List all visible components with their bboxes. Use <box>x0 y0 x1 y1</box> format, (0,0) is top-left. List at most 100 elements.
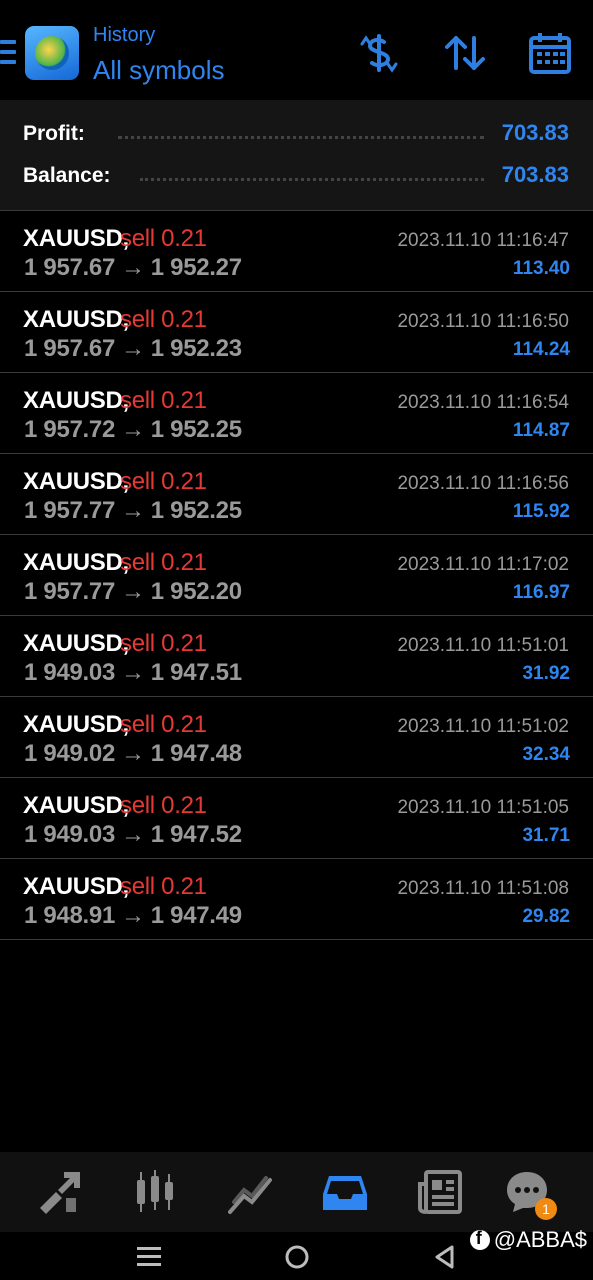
page-title: History <box>93 24 156 46</box>
deal-arrow: → <box>121 659 145 686</box>
deal-side-volume: sell 0.21 <box>120 468 207 495</box>
deal-side-volume: sell 0.21 <box>120 387 207 414</box>
dotted-leader <box>140 178 484 181</box>
back-icon[interactable] <box>430 1242 460 1272</box>
deal-profit: 31.92 <box>522 663 570 684</box>
deal-open-price: 1 949.03 <box>24 821 116 848</box>
trade-icon[interactable] <box>36 1168 84 1216</box>
deal-prices: 1 948.91 → 1 947.49 <box>24 902 242 930</box>
deal-arrow: → <box>121 578 145 605</box>
deal-arrow: → <box>121 254 145 281</box>
deal-side-volume: sell 0.21 <box>120 306 207 333</box>
deal-close-price: 1 952.25 <box>150 497 242 524</box>
deal-close-price: 1 947.52 <box>150 821 242 848</box>
deal-time: 2023.11.10 11:51:05 <box>397 797 569 818</box>
deal-profit: 116.97 <box>512 582 570 603</box>
deal-profit: 31.71 <box>522 825 570 846</box>
deal-open-price: 1 957.72 <box>24 416 116 443</box>
top-bar: History All symbols <box>0 0 593 100</box>
news-icon[interactable] <box>416 1168 464 1216</box>
deal-prices: 1 949.03 → 1 947.52 <box>24 821 242 849</box>
deal-close-price: 1 947.48 <box>150 740 242 767</box>
history-icon[interactable] <box>321 1168 369 1216</box>
deal-arrow: → <box>121 497 145 524</box>
deal-symbol: XAUUSD, <box>23 873 129 900</box>
quotes-icon[interactable] <box>131 1168 179 1216</box>
deal-time: 2023.11.10 11:16:47 <box>397 230 569 251</box>
summary-panel: Profit: 703.83 Balance: 703.83 <box>0 100 593 211</box>
deal-open-price: 1 957.67 <box>24 335 116 362</box>
deal-arrow: → <box>121 821 145 848</box>
deal-prices: 1 949.02 → 1 947.48 <box>24 740 242 768</box>
deal-profit: 114.24 <box>512 339 570 360</box>
deal-list: XAUUSD, sell 0.21 1 957.67 → 1 952.27 2023… <box>0 211 593 940</box>
deal-symbol: XAUUSD, <box>23 711 129 738</box>
deal-prices: 1 957.67 → 1 952.23 <box>24 335 242 363</box>
deal-prices: 1 957.77 → 1 952.25 <box>24 497 242 525</box>
chat-badge: 1 <box>535 1198 557 1220</box>
deal-close-price: 1 952.25 <box>150 416 242 443</box>
deal-symbol: XAUUSD, <box>23 306 129 333</box>
deal-row[interactable]: XAUUSD, sell 0.21 1 949.02 → 1 947.48 2023… <box>0 697 593 778</box>
watermark-text: @ABBA$ <box>493 1227 587 1252</box>
profit-row: Profit: 703.83 <box>0 116 593 152</box>
sort-icon[interactable] <box>442 30 488 76</box>
deal-row[interactable]: XAUUSD, sell 0.21 1 948.91 → 1 947.49 2023… <box>0 859 593 940</box>
deal-time: 2023.11.10 11:51:01 <box>397 635 569 656</box>
deal-row[interactable]: XAUUSD, sell 0.21 1 957.77 → 1 952.25 2023… <box>0 454 593 535</box>
deal-arrow: → <box>121 416 145 443</box>
deal-close-price: 1 947.49 <box>150 902 242 929</box>
deal-symbol: XAUUSD, <box>23 387 129 414</box>
deal-time: 2023.11.10 11:51:02 <box>397 716 569 737</box>
deal-row[interactable]: XAUUSD, sell 0.21 1 957.77 → 1 952.20 2023… <box>0 535 593 616</box>
deal-arrow: → <box>121 740 145 767</box>
deal-time: 2023.11.10 11:17:02 <box>397 554 569 575</box>
balance-value: 703.83 <box>501 162 569 187</box>
deal-prices: 1 957.72 → 1 952.25 <box>24 416 242 444</box>
balance-row: Balance: 703.83 <box>0 158 593 194</box>
deal-time: 2023.11.10 11:16:54 <box>397 392 569 413</box>
deal-side-volume: sell 0.21 <box>120 630 207 657</box>
deal-symbol: XAUUSD, <box>23 225 129 252</box>
deal-profit: 29.82 <box>522 906 570 927</box>
menu-icon[interactable] <box>0 40 16 66</box>
profit-label: Profit: <box>23 122 85 145</box>
deal-close-price: 1 952.23 <box>150 335 242 362</box>
calendar-icon[interactable] <box>527 30 573 76</box>
deal-symbol: XAUUSD, <box>23 792 129 819</box>
deal-prices: 1 957.77 → 1 952.20 <box>24 578 242 606</box>
deal-side-volume: sell 0.21 <box>120 792 207 819</box>
recent-apps-icon[interactable] <box>134 1242 164 1272</box>
chart-icon[interactable] <box>226 1168 274 1216</box>
deal-open-price: 1 957.77 <box>24 497 116 524</box>
currency-exchange-icon[interactable] <box>356 30 402 76</box>
deal-side-volume: sell 0.21 <box>120 711 207 738</box>
deal-row[interactable]: XAUUSD, sell 0.21 1 957.72 → 1 952.25 2023… <box>0 373 593 454</box>
deal-profit: 114.87 <box>512 420 570 441</box>
deal-open-price: 1 949.02 <box>24 740 116 767</box>
deal-row[interactable]: XAUUSD, sell 0.21 1 949.03 → 1 947.52 2023… <box>0 778 593 859</box>
deal-open-price: 1 957.67 <box>24 254 116 281</box>
deal-arrow: → <box>121 335 145 362</box>
symbol-filter[interactable]: All symbols <box>93 55 224 86</box>
deal-time: 2023.11.10 11:16:50 <box>397 311 569 332</box>
deal-close-price: 1 952.20 <box>150 578 242 605</box>
bottom-tab-bar: 1 <box>0 1152 593 1232</box>
deal-time: 2023.11.10 11:16:56 <box>397 473 569 494</box>
deal-side-volume: sell 0.21 <box>120 225 207 252</box>
balance-label: Balance: <box>23 164 111 187</box>
deal-arrow: → <box>121 902 145 929</box>
deal-symbol: XAUUSD, <box>23 549 129 576</box>
deal-symbol: XAUUSD, <box>23 630 129 657</box>
deal-time: 2023.11.10 11:51:08 <box>397 878 569 899</box>
deal-row[interactable]: XAUUSD, sell 0.21 1 957.67 → 1 952.27 2023… <box>0 211 593 292</box>
deal-profit: 32.34 <box>522 744 570 765</box>
home-icon[interactable] <box>282 1242 312 1272</box>
profit-value: 703.83 <box>501 120 569 145</box>
chat-icon[interactable]: 1 <box>503 1168 557 1220</box>
deal-row[interactable]: XAUUSD, sell 0.21 1 949.03 → 1 947.51 2023… <box>0 616 593 697</box>
deal-profit: 113.40 <box>512 258 570 279</box>
deal-symbol: XAUUSD, <box>23 468 129 495</box>
deal-close-price: 1 947.51 <box>150 659 242 686</box>
deal-row[interactable]: XAUUSD, sell 0.21 1 957.67 → 1 952.23 2023… <box>0 292 593 373</box>
